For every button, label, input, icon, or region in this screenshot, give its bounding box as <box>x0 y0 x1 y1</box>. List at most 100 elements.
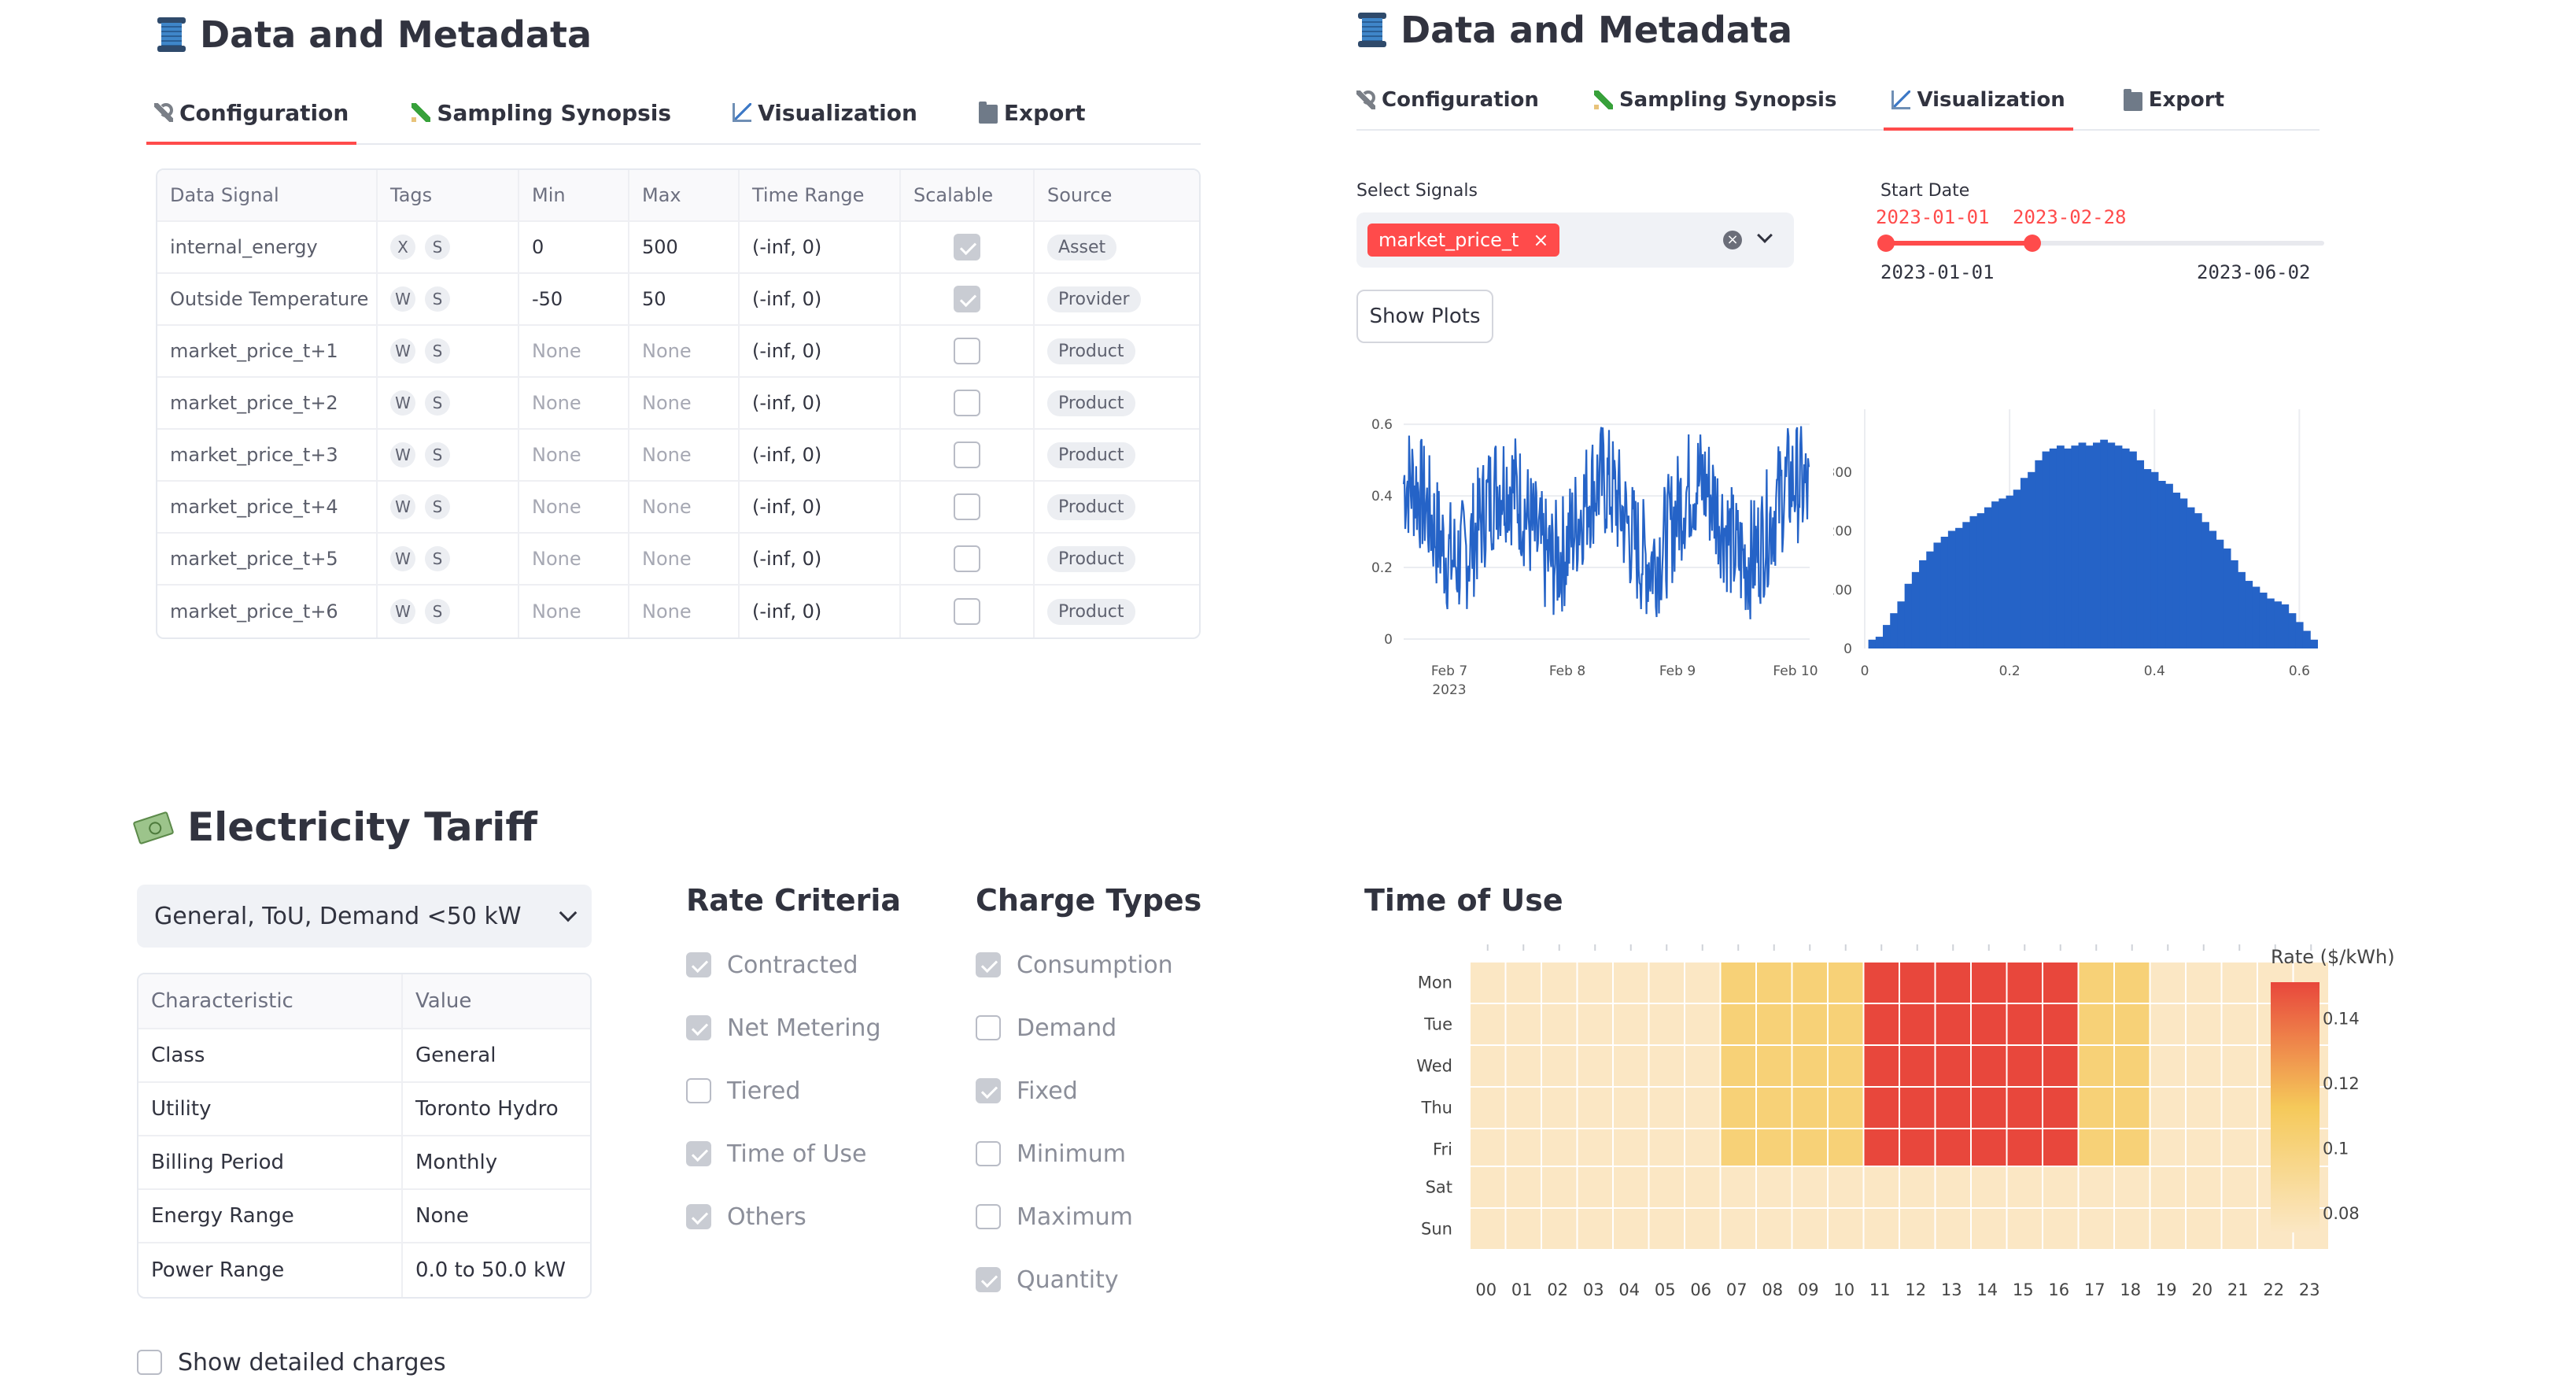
checkbox-item[interactable]: Maximum <box>976 1185 1173 1248</box>
cell-max[interactable]: None <box>629 482 740 532</box>
slider-handle-start[interactable] <box>1877 235 1895 252</box>
checkbox-item[interactable]: Demand <box>976 996 1173 1059</box>
cell-signal[interactable]: market_price_t+4 <box>157 482 378 532</box>
show-plots-button[interactable]: Show Plots <box>1356 290 1493 343</box>
scalable-checkbox[interactable] <box>954 338 980 364</box>
cell-value[interactable]: Toronto Hydro <box>403 1083 590 1135</box>
table-row[interactable]: Class General <box>138 1029 590 1083</box>
cell-time-range[interactable]: (-inf, 0) <box>740 586 901 637</box>
cell-min[interactable]: None <box>519 482 629 532</box>
cell-scalable[interactable] <box>901 482 1035 532</box>
cell-value[interactable]: None <box>403 1190 590 1242</box>
table-row[interactable]: Utility Toronto Hydro <box>138 1083 590 1136</box>
cell-min[interactable]: 0 <box>519 222 629 272</box>
checkbox[interactable] <box>686 1015 711 1040</box>
cell-characteristic[interactable]: Class <box>138 1029 403 1081</box>
slider-handle-end[interactable] <box>2024 235 2041 252</box>
checkbox-item[interactable]: Time of Use <box>686 1122 880 1185</box>
cell-source[interactable]: Product <box>1035 482 1199 532</box>
cell-source[interactable]: Product <box>1035 534 1199 584</box>
cell-scalable[interactable] <box>901 534 1035 584</box>
cell-characteristic[interactable]: Power Range <box>138 1243 403 1297</box>
checkbox-item[interactable]: Others <box>686 1185 880 1248</box>
cell-time-range[interactable]: (-inf, 0) <box>740 378 901 428</box>
table-row[interactable]: Energy Range None <box>138 1190 590 1243</box>
checkbox-item[interactable]: Fixed <box>976 1059 1173 1122</box>
tab-configuration[interactable]: Configuration <box>1356 71 1539 129</box>
checkbox-item[interactable]: Contracted <box>686 933 880 996</box>
tab-visualization[interactable]: Visualization <box>1884 71 2074 131</box>
cell-scalable[interactable] <box>901 326 1035 376</box>
checkbox[interactable] <box>686 1204 711 1229</box>
scalable-checkbox[interactable] <box>954 390 980 416</box>
checkbox[interactable] <box>686 1078 711 1103</box>
cell-min[interactable]: None <box>519 378 629 428</box>
cell-value[interactable]: General <box>403 1029 590 1081</box>
cell-source[interactable]: Asset <box>1035 222 1199 272</box>
signal-multiselect[interactable]: market_price_t × × <box>1356 212 1794 268</box>
cell-min[interactable]: None <box>519 430 629 480</box>
cell-scalable[interactable] <box>901 430 1035 480</box>
cell-min[interactable]: None <box>519 326 629 376</box>
checkbox-item[interactable]: Net Metering <box>686 996 880 1059</box>
scalable-checkbox[interactable] <box>954 234 980 260</box>
cell-min[interactable]: None <box>519 534 629 584</box>
col-characteristic[interactable]: Characteristic <box>138 974 403 1028</box>
checkbox-item[interactable]: Minimum <box>976 1122 1173 1185</box>
scalable-checkbox[interactable] <box>954 442 980 468</box>
scalable-checkbox[interactable] <box>954 598 980 625</box>
col-source[interactable]: Source <box>1035 170 1199 220</box>
checkbox[interactable] <box>976 1015 1001 1040</box>
checkbox[interactable] <box>976 1267 1001 1292</box>
table-row[interactable]: Power Range 0.0 to 50.0 kW <box>138 1243 590 1297</box>
table-row[interactable]: Billing Period Monthly <box>138 1136 590 1190</box>
cell-time-range[interactable]: (-inf, 0) <box>740 482 901 532</box>
clear-all-icon[interactable]: × <box>1723 231 1742 249</box>
cell-source[interactable]: Product <box>1035 586 1199 637</box>
cell-tags[interactable]: WS <box>378 378 519 428</box>
checkbox[interactable] <box>976 952 1001 977</box>
col-min[interactable]: Min <box>519 170 629 220</box>
table-row[interactable]: market_price_t+6 W S None None (-inf, 0) Produ… <box>157 586 1199 637</box>
col-scalable[interactable]: Scalable <box>901 170 1035 220</box>
cell-source[interactable]: Product <box>1035 326 1199 376</box>
cell-source[interactable]: Product <box>1035 430 1199 480</box>
cell-characteristic[interactable]: Utility <box>138 1083 403 1135</box>
tab-sampling-synopsis[interactable]: Sampling Synopsis <box>1593 71 1836 129</box>
checkbox-item[interactable]: Consumption <box>976 933 1173 996</box>
cell-scalable[interactable] <box>901 222 1035 272</box>
cell-time-range[interactable]: (-inf, 0) <box>740 222 901 272</box>
tab-export[interactable]: Export <box>978 79 1086 143</box>
table-row[interactable]: internal_energy X S 0 500 (-inf, 0) Asset <box>157 222 1199 274</box>
checkbox[interactable] <box>976 1141 1001 1166</box>
cell-signal[interactable]: market_price_t+3 <box>157 430 378 480</box>
checkbox[interactable] <box>686 952 711 977</box>
cell-scalable[interactable] <box>901 274 1035 324</box>
cell-characteristic[interactable]: Energy Range <box>138 1190 403 1242</box>
scalable-checkbox[interactable] <box>954 493 980 520</box>
cell-max[interactable]: None <box>629 534 740 584</box>
cell-time-range[interactable]: (-inf, 0) <box>740 534 901 584</box>
table-row[interactable]: Outside Temperature W S -50 50 (-inf, 0) Provi… <box>157 274 1199 326</box>
checkbox-item[interactable]: Tiered <box>686 1059 880 1122</box>
col-time-range[interactable]: Time Range <box>740 170 901 220</box>
tariff-select[interactable]: General, ToU, Demand <50 kW <box>137 885 592 948</box>
cell-tags[interactable]: WS <box>378 274 519 324</box>
checkbox[interactable] <box>976 1078 1001 1103</box>
col-tags[interactable]: Tags <box>378 170 519 220</box>
cell-source[interactable]: Product <box>1035 378 1199 428</box>
cell-signal[interactable]: Outside Temperature <box>157 274 378 324</box>
cell-max[interactable]: None <box>629 378 740 428</box>
cell-tags[interactable]: WS <box>378 326 519 376</box>
checkbox[interactable] <box>686 1141 711 1166</box>
checkbox-item[interactable]: Quantity <box>976 1248 1173 1311</box>
table-row[interactable]: market_price_t+3 W S None None (-inf, 0) Produ… <box>157 430 1199 482</box>
cell-tags[interactable]: WS <box>378 586 519 637</box>
tab-sampling-synopsis[interactable]: Sampling Synopsis <box>411 79 671 143</box>
cell-max[interactable]: None <box>629 326 740 376</box>
cell-value[interactable]: 0.0 to 50.0 kW <box>403 1243 590 1297</box>
table-row[interactable]: market_price_t+5 W S None None (-inf, 0) Produ… <box>157 534 1199 586</box>
cell-scalable[interactable] <box>901 586 1035 637</box>
cell-max[interactable]: None <box>629 586 740 637</box>
cell-signal[interactable]: market_price_t+2 <box>157 378 378 428</box>
